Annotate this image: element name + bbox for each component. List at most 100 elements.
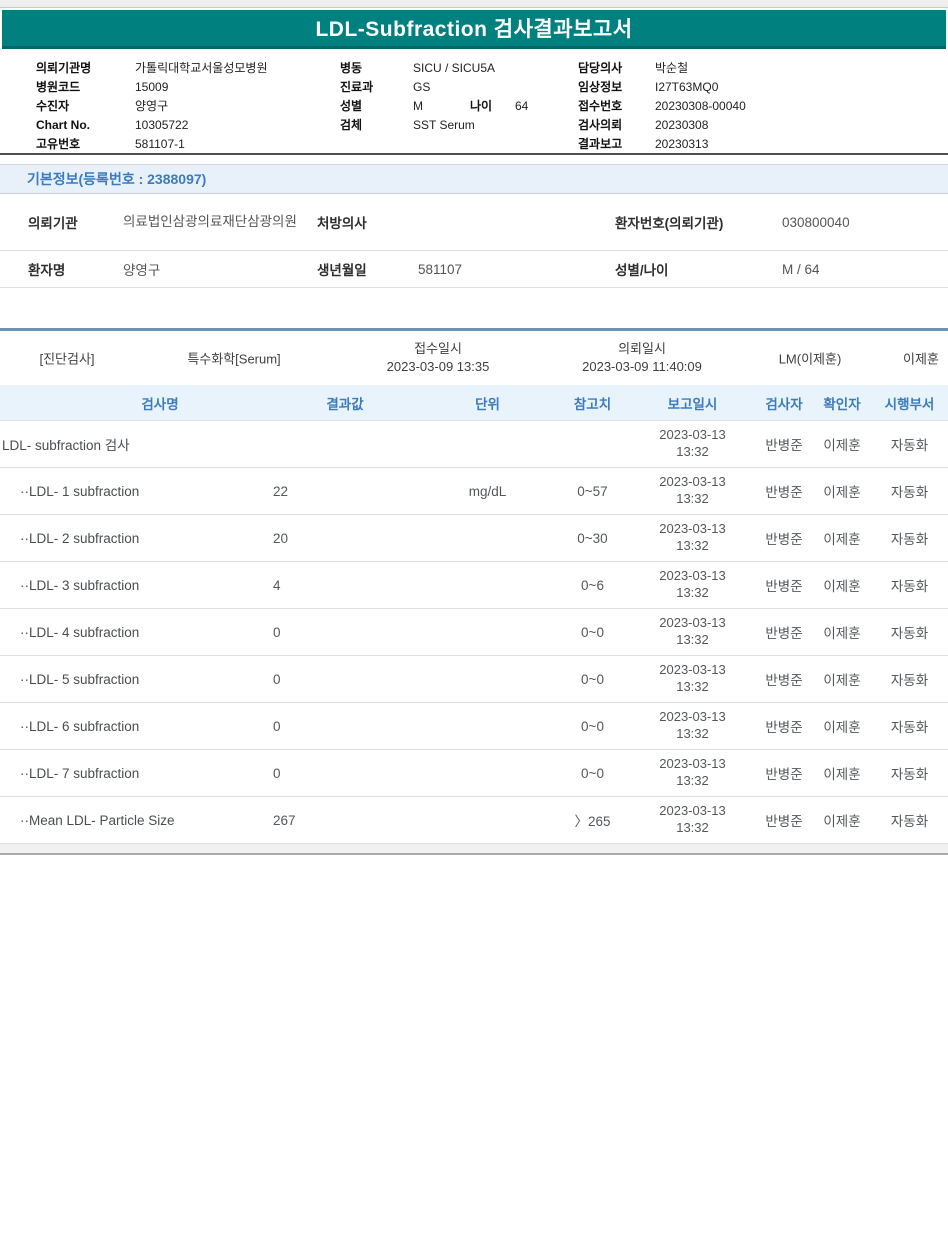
patient-field-value: M [413, 97, 470, 116]
result-row: LDL- subfraction 검사2023-03-1313:32반병준이제훈… [0, 421, 948, 468]
tester: 반병준 [755, 669, 813, 689]
tester: 반병준 [755, 528, 813, 548]
basic-info-header: 기본정보(등록번호 : 2388097) [0, 164, 948, 194]
report-time: 13:32 [630, 491, 755, 508]
report-time: 13:32 [630, 773, 755, 790]
test-name: ··LDL- 7 subfraction [0, 766, 270, 781]
patient-field-row: 성별M나이64 [340, 97, 528, 116]
institution-field-row: Chart No.10305722 [36, 116, 267, 135]
reference-range: 〉265 [555, 810, 630, 830]
order-field-label: 검사의뢰 [578, 116, 655, 135]
order-field-row: 검사의뢰20230308 [578, 116, 746, 135]
tester: 반병준 [755, 622, 813, 642]
result-row: ··LDL- 5 subfraction00~02023-03-1313:32반… [0, 656, 948, 703]
report-time: 13:32 [630, 820, 755, 837]
report-datetime: 2023-03-1313:32 [630, 474, 755, 508]
field-label: 생년월일 [317, 259, 418, 279]
report-datetime: 2023-03-1313:32 [630, 568, 755, 602]
window-top-strip [0, 0, 948, 8]
exec-dept: 자동화 [871, 481, 948, 501]
report-time: 13:32 [630, 538, 755, 555]
result-row: ··LDL- 2 subfraction200~302023-03-1313:3… [0, 515, 948, 562]
institution-field-value: 10305722 [135, 118, 188, 132]
info-group-patient: 병동SICU / SICU5A진료과GS성별M나이64검체SST Serum [340, 59, 528, 135]
request-time: 2023-03-09 11:40:09 [582, 358, 702, 376]
result-value: 20 [270, 531, 420, 546]
institution-field-label: 고유번호 [36, 135, 135, 154]
header-info-section: 의뢰기관명가톨릭대학교서울성모병원병원코드15009수진자양영구Chart No… [0, 49, 948, 153]
info-group-institution: 의뢰기관명가톨릭대학교서울성모병원병원코드15009수진자양영구Chart No… [36, 59, 267, 154]
info-group-order: 담당의사박순철임상정보I27T63MQ0접수번호20230308-00040검사… [578, 59, 746, 154]
field-label: 처방의사 [317, 212, 418, 232]
reference-range: 0~0 [555, 719, 630, 734]
exec-dept: 자동화 [871, 669, 948, 689]
tester: 반병준 [755, 716, 813, 736]
report-time: 13:32 [630, 726, 755, 743]
order-field-row: 결과보고20230313 [578, 135, 746, 154]
report-date: 2023-03-13 [630, 521, 755, 538]
column-header: 검사자 [755, 393, 813, 413]
report-datetime: 2023-03-1313:32 [630, 662, 755, 696]
result-row: ··Mean LDL- Particle Size267〉2652023-03-… [0, 797, 948, 844]
horizontal-scrollbar-track[interactable] [0, 844, 948, 855]
order-field-value: I27T63MQ0 [655, 80, 718, 94]
patient-field-label: 검체 [340, 116, 413, 135]
order-field-row: 접수번호20230308-00040 [578, 97, 746, 116]
order-category: 특수화학[Serum] [187, 349, 280, 368]
report-date: 2023-03-13 [630, 474, 755, 491]
reference-range: 0~30 [555, 531, 630, 546]
report-title: LDL-Subfraction 검사결과보고서 [315, 13, 632, 43]
confirmer: 이제훈 [813, 669, 871, 689]
institution-field-row: 병원코드15009 [36, 78, 267, 97]
result-row: ··LDL- 6 subfraction00~02023-03-1313:32반… [0, 703, 948, 750]
result-row: ··LDL- 3 subfraction40~62023-03-1313:32반… [0, 562, 948, 609]
confirmer: 이제훈 [813, 575, 871, 595]
field-value: 581107 [418, 262, 615, 277]
report-title-bar: LDL-Subfraction 검사결과보고서 [2, 10, 946, 49]
receipt-time: 2023-03-09 13:35 [387, 358, 490, 376]
report-date: 2023-03-13 [630, 427, 755, 444]
result-table-body: LDL- subfraction 검사2023-03-1313:32반병준이제훈… [0, 421, 948, 844]
basic-info-row: 의뢰기관의료법인삼광의료재단삼광의원처방의사환자번호(의뢰기관)03080004… [0, 194, 948, 251]
field-label: 환자명 [28, 259, 123, 279]
order-field-value: 20230313 [655, 137, 708, 151]
field-value: M / 64 [782, 262, 948, 277]
result-value: 0 [270, 625, 420, 640]
institution-field-value: 15009 [135, 80, 168, 94]
report-datetime: 2023-03-1313:32 [630, 521, 755, 555]
report-datetime: 2023-03-1313:32 [630, 427, 755, 461]
order-field-label: 담당의사 [578, 59, 655, 78]
column-header: 시행부서 [871, 393, 948, 413]
receipt-label: 접수일시 [387, 340, 490, 358]
report-time: 13:32 [630, 679, 755, 696]
exec-dept: 자동화 [871, 622, 948, 642]
order-receipt-datetime: 접수일시 2023-03-09 13:35 [387, 340, 490, 376]
institution-field-label: Chart No. [36, 116, 135, 135]
result-value: 267 [270, 813, 420, 828]
reference-range: 0~0 [555, 766, 630, 781]
result-value: 4 [270, 578, 420, 593]
result-table-header: 검사명결과값단위참고치보고일시검사자확인자시행부서 [0, 385, 948, 421]
column-header: 참고치 [555, 393, 630, 413]
institution-field-row: 의뢰기관명가톨릭대학교서울성모병원 [36, 59, 267, 78]
patient-field-label: 병동 [340, 59, 413, 78]
order-lab: LM(이제훈) [779, 349, 842, 368]
order-field-row: 담당의사박순철 [578, 59, 746, 78]
order-field-row: 임상정보I27T63MQ0 [578, 78, 746, 97]
column-header: 단위 [420, 393, 555, 413]
exec-dept: 자동화 [871, 575, 948, 595]
field-label: 의뢰기관 [28, 212, 123, 232]
institution-field-label: 병원코드 [36, 78, 135, 97]
result-value: 0 [270, 672, 420, 687]
test-name: ··LDL- 4 subfraction [0, 625, 270, 640]
confirmer: 이제훈 [813, 716, 871, 736]
order-field-value: 20230308 [655, 118, 708, 132]
reference-range: 0~0 [555, 672, 630, 687]
column-header: 검사명 [0, 393, 270, 413]
report-datetime: 2023-03-1313:32 [630, 803, 755, 837]
column-header: 결과값 [270, 393, 420, 413]
field-value: 030800040 [782, 215, 948, 230]
age-value: 64 [515, 99, 528, 113]
test-name: ··LDL- 3 subfraction [0, 578, 270, 593]
confirmer: 이제훈 [813, 622, 871, 642]
